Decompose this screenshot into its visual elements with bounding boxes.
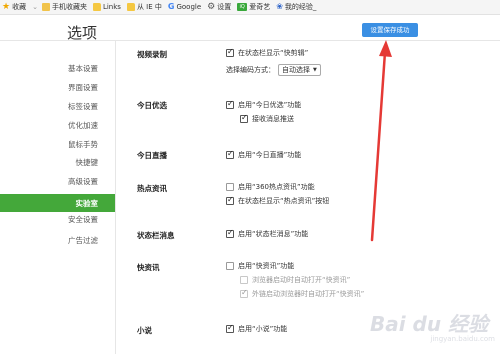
watermark-text: Bai du 经验 (370, 312, 489, 336)
annotation-arrow-icon (370, 40, 392, 242)
baidu-watermark: Bai du 经验 jingyan.baidu.com (370, 308, 495, 348)
